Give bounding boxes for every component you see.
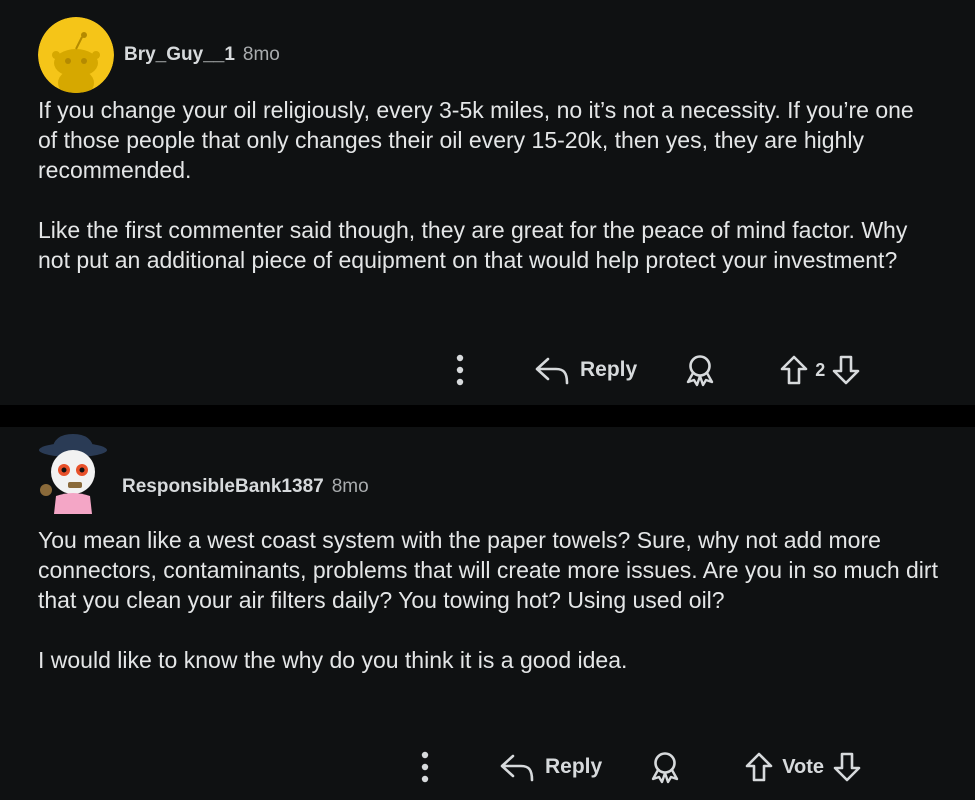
reply-arrow-icon bbox=[500, 754, 534, 782]
comment-body: You mean like a west coast system with t… bbox=[38, 525, 938, 675]
upvote-arrow-icon[interactable] bbox=[744, 751, 774, 783]
comment-body: If you change your oil religiously, ever… bbox=[38, 95, 938, 275]
more-options-icon bbox=[421, 751, 429, 783]
award-button[interactable] bbox=[683, 353, 717, 387]
comment-paragraph: Like the first commenter said though, th… bbox=[38, 217, 908, 273]
reply-button[interactable]: Reply bbox=[499, 752, 602, 782]
timestamp: 8mo bbox=[331, 476, 369, 497]
award-button[interactable] bbox=[648, 750, 682, 784]
more-options-button[interactable] bbox=[405, 751, 445, 783]
avatar[interactable] bbox=[32, 432, 114, 514]
username[interactable]: Bry_Guy__1 bbox=[124, 44, 235, 66]
reply-button[interactable]: Reply bbox=[534, 355, 637, 385]
vote-controls: 2 bbox=[779, 354, 861, 386]
comment-header: ResponsibleBank1387 8mo bbox=[32, 432, 369, 514]
vote-label: Vote bbox=[782, 755, 825, 778]
comment-actions: Reply Vote bbox=[405, 745, 862, 789]
avatar[interactable] bbox=[38, 17, 114, 93]
comment-actions: Reply 2 bbox=[440, 348, 861, 392]
more-options-icon bbox=[456, 354, 464, 386]
reply-label: Reply bbox=[580, 358, 638, 381]
reply-label: Reply bbox=[545, 755, 603, 778]
upvote-arrow-icon[interactable] bbox=[779, 354, 809, 386]
comment-header: Bry_Guy__1 8mo bbox=[38, 17, 280, 93]
vote-controls: Vote bbox=[744, 751, 862, 783]
vote-count: 2 bbox=[815, 359, 826, 380]
comment-paragraph: You mean like a west coast system with t… bbox=[38, 527, 938, 613]
comment-paragraph: I would like to know the why do you thin… bbox=[38, 647, 628, 673]
reply-arrow-icon bbox=[535, 357, 569, 385]
comment-1: Bry_Guy__1 8mo If you change your oil re… bbox=[0, 0, 975, 405]
downvote-arrow-icon[interactable] bbox=[832, 751, 862, 783]
username[interactable]: ResponsibleBank1387 bbox=[122, 476, 324, 498]
comment-divider bbox=[0, 405, 975, 427]
downvote-arrow-icon[interactable] bbox=[831, 354, 861, 386]
award-icon bbox=[686, 355, 714, 387]
timestamp: 8mo bbox=[242, 44, 280, 65]
award-icon bbox=[651, 752, 679, 784]
more-options-button[interactable] bbox=[440, 354, 480, 386]
comment-paragraph: If you change your oil religiously, ever… bbox=[38, 97, 914, 183]
comment-2: ResponsibleBank1387 8mo You mean like a … bbox=[0, 427, 975, 800]
